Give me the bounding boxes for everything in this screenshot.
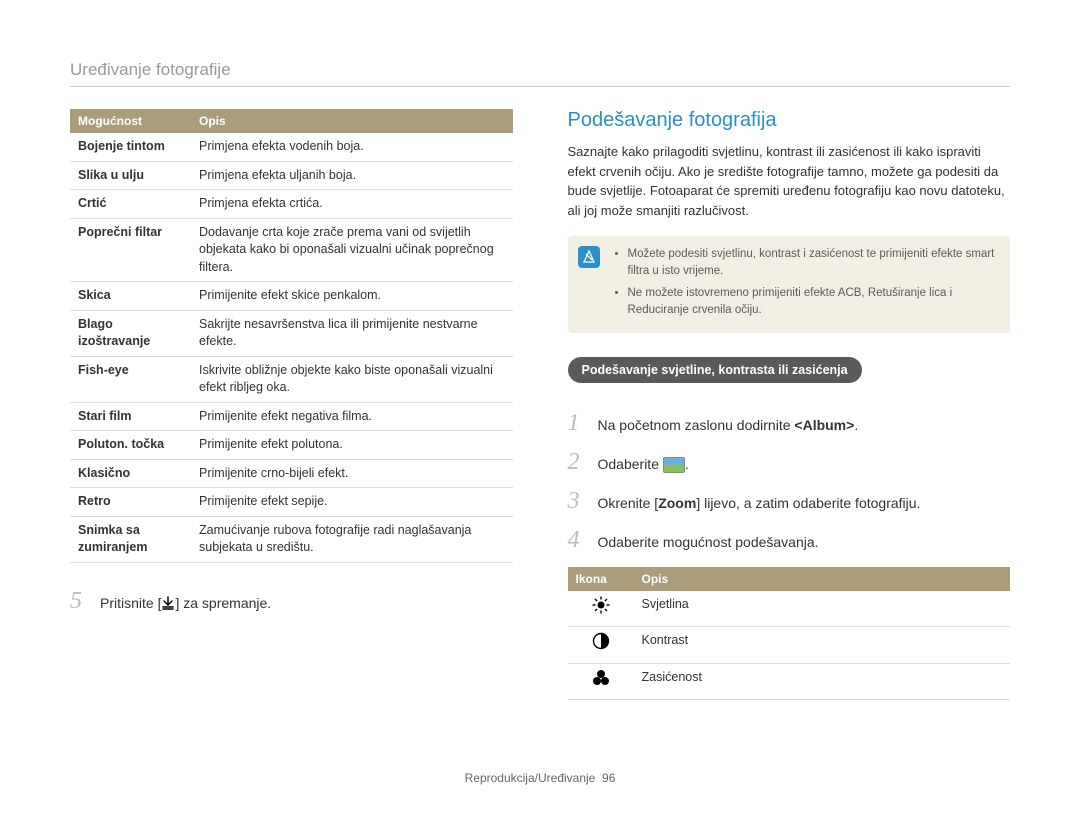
step-4: 4 Odaberite mogućnost podešavanja. (568, 528, 1011, 553)
option-name: Stari film (70, 402, 191, 431)
option-desc: Primjena efekta crtića. (191, 190, 513, 219)
step-text: Odaberite mogućnost podešavanja. (598, 532, 819, 553)
note-info-icon (578, 246, 600, 268)
option-name: Klasično (70, 459, 191, 488)
table-row: Kontrast (568, 627, 1011, 663)
left-column: Mogućnost Opis Bojenje tintomPrimjena ef… (70, 109, 513, 700)
option-name: Poprečni filtar (70, 218, 191, 282)
option-name: Snimka sa zumiranjem (70, 516, 191, 562)
icon-desc: Zasićenost (634, 663, 1011, 699)
step-text: Na početnom zaslonu dodirnite <Album>. (598, 415, 859, 436)
icon-desc: Kontrast (634, 627, 1011, 663)
options-th-desc: Opis (191, 109, 513, 133)
option-desc: Primijenite efekt negativa filma. (191, 402, 513, 431)
option-name: Fish-eye (70, 356, 191, 402)
option-desc: Zamućivanje rubova fotografije radi nagl… (191, 516, 513, 562)
table-row: RetroPrimijenite efekt sepije. (70, 488, 513, 517)
step-number: 4 (568, 528, 586, 552)
photo-icon (663, 457, 685, 473)
step-number: 1 (568, 411, 586, 435)
option-name: Slika u ulju (70, 161, 191, 190)
step-text: Pritisnite [ ] za spremanje. (100, 593, 271, 614)
option-name: Bojenje tintom (70, 133, 191, 161)
brightness-icon (568, 591, 634, 627)
option-desc: Iskrivite obližnje objekte kako biste op… (191, 356, 513, 402)
table-row: SkicaPrimijenite efekt skice penkalom. (70, 282, 513, 311)
note-item: Ne možete istovremeno primijeniti efekte… (628, 285, 999, 320)
icon-th-icon: Ikona (568, 567, 634, 591)
table-row: Bojenje tintomPrimjena efekta vodenih bo… (70, 133, 513, 161)
step-3: 3 Okrenite [Zoom] lijevo, a zatim odaber… (568, 489, 1011, 514)
option-name: Crtić (70, 190, 191, 219)
option-desc: Primijenite crno-bijeli efekt. (191, 459, 513, 488)
page-title: Uređivanje fotografije (70, 60, 1010, 80)
s3-bold: Zoom (658, 495, 696, 511)
section-heading: Podešavanje fotografija (568, 109, 1011, 132)
option-desc: Primijenite efekt polutona. (191, 431, 513, 460)
option-desc: Primjena efekta uljanih boja. (191, 161, 513, 190)
s1-post: . (854, 417, 858, 433)
table-row: CrtićPrimjena efekta crtića. (70, 190, 513, 219)
s1-bold: <Album> (794, 417, 854, 433)
page-footer: Reprodukcija/Uređivanje 96 (0, 771, 1080, 785)
step-number: 3 (568, 489, 586, 513)
right-column: Podešavanje fotografija Saznajte kako pr… (568, 109, 1011, 700)
icon-th-desc: Opis (634, 567, 1011, 591)
divider (70, 86, 1010, 87)
s2-pre: Odaberite (598, 456, 663, 472)
options-th-name: Mogućnost (70, 109, 191, 133)
step5-post: ] za spremanje. (175, 595, 271, 611)
option-name: Retro (70, 488, 191, 517)
table-row: Svjetlina (568, 591, 1011, 627)
table-row: Stari filmPrimijenite efekt negativa fil… (70, 402, 513, 431)
option-name: Poluton. točka (70, 431, 191, 460)
options-table: Mogućnost Opis Bojenje tintomPrimjena ef… (70, 109, 513, 563)
step-2: 2 Odaberite . (568, 450, 1011, 475)
step-text: Okrenite [Zoom] lijevo, a zatim odaberit… (598, 493, 921, 514)
s3-pre: Okrenite [ (598, 495, 659, 511)
footer-page-number: 96 (602, 771, 615, 785)
icon-desc: Svjetlina (634, 591, 1011, 627)
step-number: 2 (568, 450, 586, 474)
option-desc: Primijenite efekt sepije. (191, 488, 513, 517)
table-row: Zasićenost (568, 663, 1011, 699)
step-text: Odaberite . (598, 454, 689, 475)
table-row: Slika u uljuPrimjena efekta uljanih boja… (70, 161, 513, 190)
s1-pre: Na početnom zaslonu dodirnite (598, 417, 795, 433)
option-desc: Primijenite efekt skice penkalom. (191, 282, 513, 311)
note-item: Možete podesiti svjetlinu, kontrast i za… (628, 246, 999, 281)
option-desc: Sakrijte nesavršenstva lica ili primijen… (191, 310, 513, 356)
table-row: Blago izoštravanjeSakrijte nesavršenstva… (70, 310, 513, 356)
save-down-icon (161, 595, 175, 611)
intro-paragraph: Saznajte kako prilagoditi svjetlinu, kon… (568, 142, 1011, 220)
table-row: Snimka sa zumiranjemZamućivanje rubova f… (70, 516, 513, 562)
saturation-icon (568, 663, 634, 699)
option-name: Blago izoštravanje (70, 310, 191, 356)
step-number: 5 (70, 589, 88, 613)
s3-post: ] lijevo, a zatim odaberite fotografiju. (696, 495, 920, 511)
table-row: Fish-eyeIskrivite obližnje objekte kako … (70, 356, 513, 402)
option-desc: Primjena efekta vodenih boja. (191, 133, 513, 161)
table-row: Poluton. točkaPrimijenite efekt polutona… (70, 431, 513, 460)
step5-pre: Pritisnite [ (100, 595, 161, 611)
icon-table: Ikona Opis Svjetlina (568, 567, 1011, 700)
table-row: KlasičnoPrimijenite crno-bijeli efekt. (70, 459, 513, 488)
contrast-icon (568, 627, 634, 663)
s2-post: . (685, 456, 689, 472)
table-row: Poprečni filtarDodavanje crta koje zrače… (70, 218, 513, 282)
footer-text: Reprodukcija/Uređivanje (465, 771, 596, 785)
step-5: 5 Pritisnite [ ] za spremanje. (70, 589, 513, 614)
note-box: Možete podesiti svjetlinu, kontrast i za… (568, 236, 1011, 333)
option-name: Skica (70, 282, 191, 311)
option-desc: Dodavanje crta koje zrače prema vani od … (191, 218, 513, 282)
subsection-pill: Podešavanje svjetline, kontrasta ili zas… (568, 357, 862, 383)
step-1: 1 Na početnom zaslonu dodirnite <Album>. (568, 411, 1011, 436)
